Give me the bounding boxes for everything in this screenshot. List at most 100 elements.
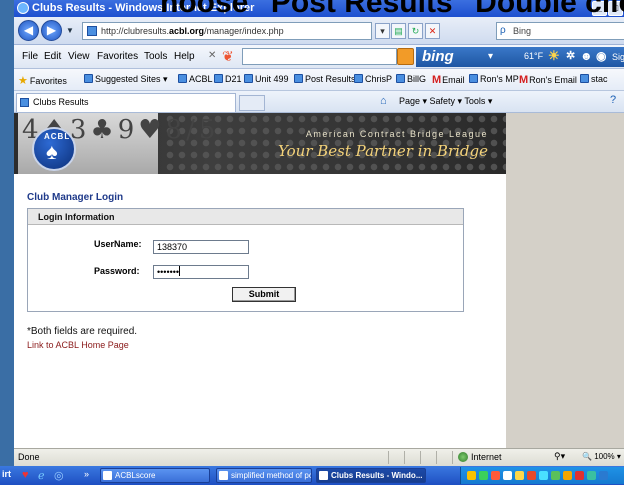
tab-bar: Clubs Results ⌂ Page ▾ Safety ▾ Tools ▾ … [14,91,624,113]
tray-icon[interactable] [563,471,572,480]
favorites-button[interactable]: ★ Favorites [18,74,67,87]
start-button[interactable]: irt [2,469,11,479]
forward-button[interactable]: ▶ [41,20,62,41]
back-button[interactable]: ◀ [18,20,39,41]
status-text: Done [18,452,40,462]
banner-tagline: Your Best Partner in Bridge [278,142,488,160]
app-icon [103,471,112,480]
stop-icon[interactable]: ✕ [425,23,440,39]
menu-tools[interactable]: Tools [144,51,167,62]
url-domain: acbl.org [169,26,205,36]
fav-acbl[interactable]: ACBL [178,74,213,84]
tray-icon[interactable] [551,471,560,480]
fav-stac[interactable]: stac [580,74,608,84]
taskbar-ie-window[interactable]: Clubs Results - Windo... [316,468,426,483]
status-divider [420,451,421,464]
help-icon[interactable]: ? [610,94,616,106]
username-label: UserName: [94,239,142,249]
password-field[interactable]: ••••••• [153,265,249,279]
fav-rons-email[interactable]: MRon's Email [519,74,577,86]
fav-unit-499[interactable]: Unit 499 [244,74,289,84]
fav-chrisp[interactable]: ChrisP [354,74,392,84]
page-icon [294,74,303,83]
status-divider [388,451,389,464]
tray-icon[interactable] [515,471,524,480]
windows-taskbar: irt ♥ ℯ ◎ » ACBLscore simplified method … [0,466,624,485]
star-icon: ★ [18,75,28,87]
page-icon [214,74,223,83]
home-icon[interactable]: ⌂ [380,95,387,107]
tray-icon[interactable] [479,471,488,480]
username-field[interactable]: 138370 [153,240,249,254]
security-zone: Internet [458,452,502,462]
favorites-bar: ★ Favorites Suggested Sites ▾ ACBL D21 Un… [14,69,624,91]
quicklaunch-icon[interactable]: ♥ [22,469,29,481]
msn-butterfly-icon: ❦ [222,48,234,64]
document-icon [219,471,228,480]
bing-toolbar: bing ▾ 61°F ☀ ✲ ☻ ◉ Sign [416,47,624,67]
url-input[interactable]: http://clubresults.acbl.org/manager/inde… [82,22,372,40]
screen: Clubs Results - Windows Internet Explore… [0,0,624,485]
tray-icon[interactable] [539,471,548,480]
search-input[interactable]: ρ Bing [496,22,624,40]
taskbar-word-doc[interactable]: simplified method of post... [216,468,312,483]
page-icon [469,74,478,83]
ie-quicklaunch-icon[interactable]: ℯ [38,469,45,482]
compatibility-icon[interactable]: ▤ [391,23,406,39]
address-bar: ◀ ▶ ▼ http://clubresults.acbl.org/manage… [14,17,624,45]
fav-billg[interactable]: BillG [396,74,426,84]
fav-email[interactable]: MEmail [432,74,465,86]
menu-file[interactable]: File [22,51,38,62]
bing-search-input[interactable] [242,48,397,65]
page-icon [178,74,187,83]
globe-icon [458,452,468,462]
url-dropdown-icon[interactable]: ▾ [375,23,390,39]
tray-icon[interactable] [527,471,536,480]
fav-d21[interactable]: D21 [214,74,242,84]
search-circle-icon[interactable]: ◉ [596,47,606,66]
page-icon [396,74,405,83]
close-toolbar-icon[interactable]: ✕ [208,50,216,61]
menu-view[interactable]: View [68,51,90,62]
tray-icon[interactable] [467,471,476,480]
desktop-background [0,0,14,466]
menu-favorites[interactable]: Favorites [97,51,138,62]
tray-icon[interactable] [503,471,512,480]
menu-help[interactable]: Help [174,51,195,62]
menu-bar: File Edit View Favorites Tools Help ✕ ❦ … [14,45,624,69]
page-icon [244,74,253,83]
acbl-home-link[interactable]: Link to ACBL Home Page [27,340,129,350]
fav-rons-mp[interactable]: Ron's MP [469,74,519,84]
bing-logo: bing [422,48,454,65]
messenger-icon[interactable]: ☻ [580,47,593,66]
menu-edit[interactable]: Edit [44,51,61,62]
protected-mode-icon[interactable]: ⚲▾ [554,451,565,462]
login-form: Login Information UserName: 138370 Passw… [27,208,464,312]
more-quicklaunch-icon[interactable]: » [84,469,89,479]
desktop-quicklaunch-icon[interactable]: ◎ [54,469,64,482]
submit-button[interactable]: Submit [232,287,296,302]
bing-search-button[interactable] [397,48,414,65]
page-content: 4♦3♣9♥8/5 ACBL ♠ American Contract Bridg… [14,113,506,448]
settings-gear-icon[interactable]: ✲ [566,47,575,66]
sign-in-link[interactable]: Sign [612,48,624,67]
fav-post-results[interactable]: Post Results [294,74,356,84]
url-path: /manager/index.php [204,26,284,36]
banner-title: American Contract Bridge League [305,129,488,139]
weather-temp[interactable]: 61°F [524,47,543,66]
fav-suggested-sites[interactable]: Suggested Sites ▾ [84,74,168,85]
tray-icon[interactable] [491,471,500,480]
tray-icon[interactable] [599,471,608,480]
tray-icon[interactable] [587,471,596,480]
tray-icon[interactable] [575,471,584,480]
new-tab-button[interactable] [239,95,265,111]
mail-icon: M [519,74,529,86]
tab-clubs-results[interactable]: Clubs Results [16,93,236,112]
zoom-level[interactable]: 🔍 100% ▾ [582,452,621,461]
command-bar[interactable]: Page ▾ Safety ▾ Tools ▾ [399,96,492,107]
bing-dropdown-icon[interactable]: ▾ [488,47,493,66]
history-dropdown-icon[interactable]: ▼ [66,26,74,35]
page-icon [354,74,363,83]
refresh-icon[interactable]: ↻ [408,23,423,39]
taskbar-acblscore[interactable]: ACBLscore [100,468,210,483]
